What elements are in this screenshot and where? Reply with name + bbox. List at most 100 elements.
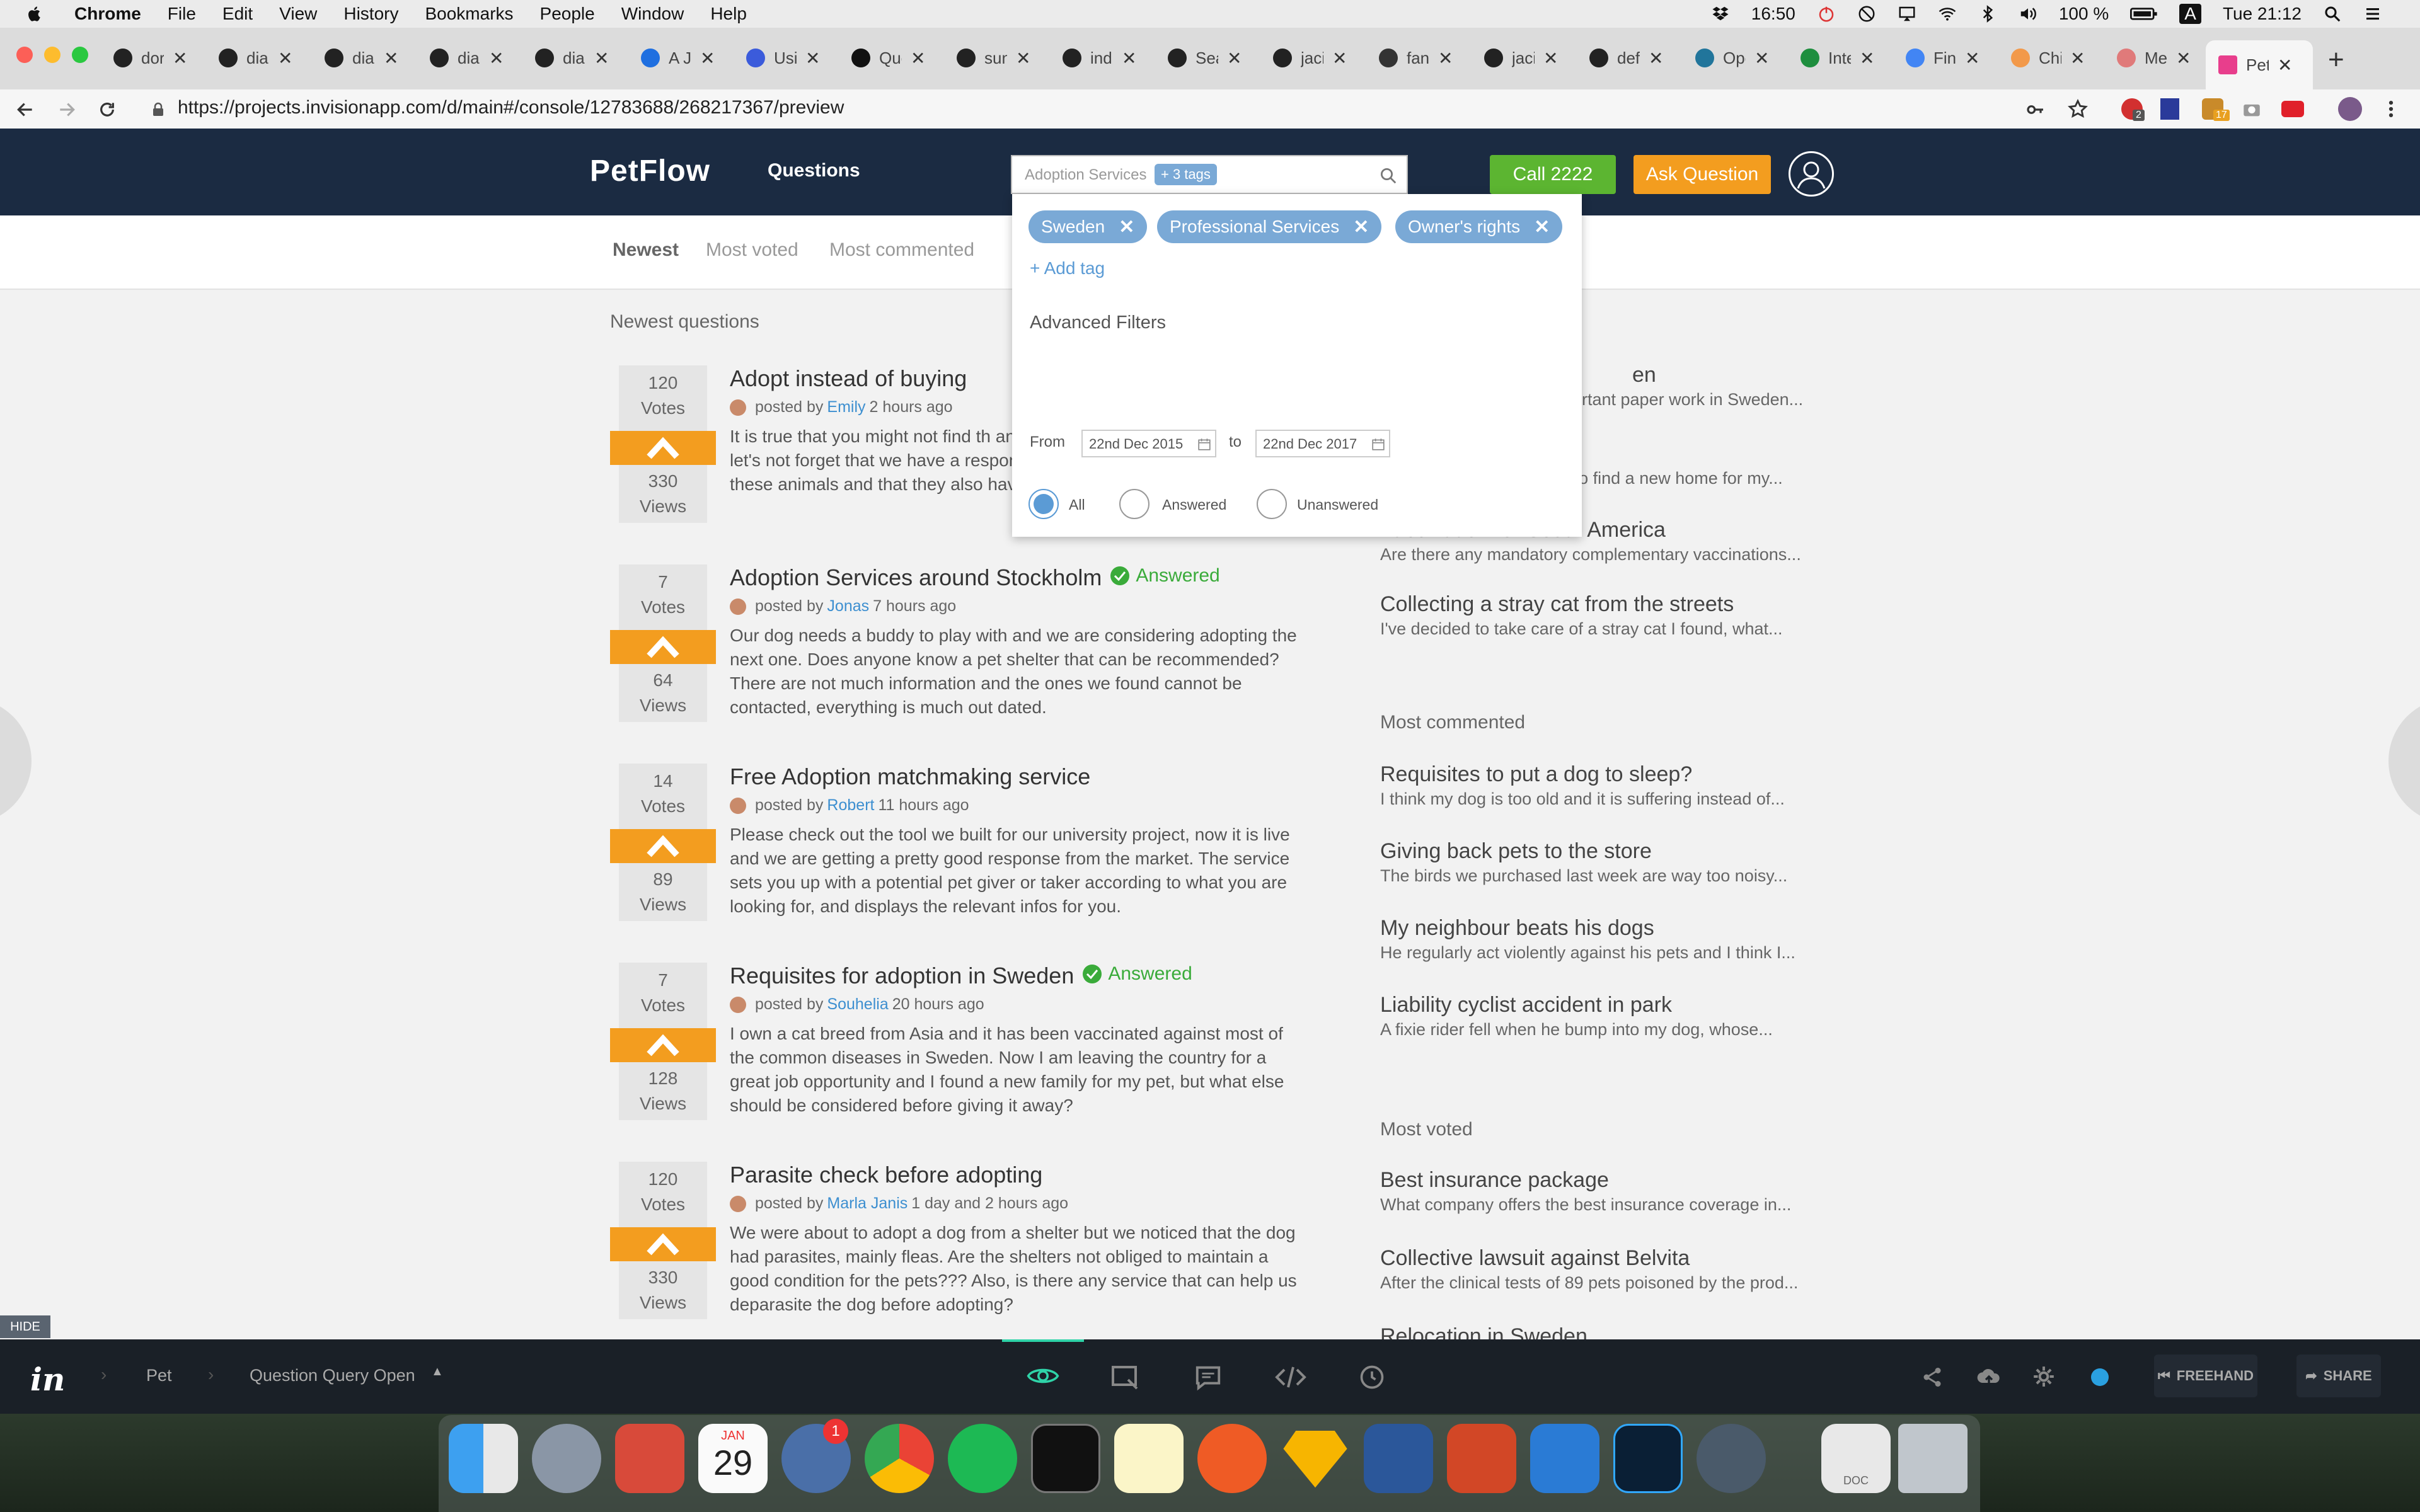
tab-close-icon[interactable]: ✕	[1860, 48, 1874, 69]
remove-tag-icon[interactable]: ✕	[1353, 216, 1369, 238]
clock-secondary[interactable]: 16:50	[1751, 4, 1795, 24]
sort-newest[interactable]: Newest	[613, 239, 679, 261]
menu-window[interactable]: Window	[621, 4, 684, 24]
vscode-icon[interactable]	[1530, 1424, 1599, 1493]
tab-close-icon[interactable]: ✕	[1754, 48, 1769, 69]
terminal-icon[interactable]	[1031, 1424, 1100, 1493]
add-tag-link[interactable]: + Add tag	[1030, 258, 1105, 278]
menu-file[interactable]: File	[168, 4, 196, 24]
sidebar-item[interactable]: My neighbour beats his dogs He regularly …	[1380, 916, 1859, 963]
preview-eye-icon[interactable]	[1026, 1363, 1060, 1389]
tab-item[interactable]: Que ✕	[851, 43, 925, 73]
upvote-button[interactable]	[610, 1028, 716, 1062]
tab-active[interactable]: Pet ✕	[2206, 40, 2313, 89]
tab-close-icon[interactable]: ✕	[594, 48, 609, 69]
sort-most-voted[interactable]: Most voted	[706, 239, 798, 261]
tab-close-icon[interactable]: ✕	[1227, 48, 1242, 69]
from-date-input[interactable]: 22nd Dec 2015	[1081, 430, 1216, 457]
lock-icon[interactable]	[151, 102, 165, 117]
tab-close-icon[interactable]: ✕	[489, 48, 504, 69]
trash-icon[interactable]	[1898, 1424, 1968, 1493]
menu-app-name[interactable]: Chrome	[74, 4, 141, 24]
tab-item[interactable]: indi ✕	[1063, 43, 1136, 73]
forward-icon[interactable]	[57, 100, 77, 120]
tab-item[interactable]: Usi ✕	[746, 43, 820, 73]
profile-icon[interactable]	[2338, 97, 2362, 121]
tab-close-icon[interactable]: ✕	[1332, 48, 1347, 69]
do-not-disturb-icon[interactable]	[1857, 4, 1876, 23]
calendar-app-icon[interactable]: JAN 29	[698, 1424, 768, 1493]
tab-close-icon[interactable]: ✕	[1016, 48, 1030, 69]
tab-item[interactable]: dial ✕	[219, 43, 292, 73]
window-minimize-button[interactable]	[44, 47, 60, 63]
radio-unanswered[interactable]	[1257, 489, 1287, 519]
airplay-icon[interactable]	[1898, 4, 1916, 23]
notes-icon[interactable]	[1114, 1424, 1184, 1493]
sidebar-item[interactable]: Collecting a stray cat from the streets I…	[1380, 592, 1859, 639]
word-icon[interactable]	[1364, 1424, 1433, 1493]
tab-close-icon[interactable]: ✕	[1543, 48, 1558, 69]
question-title[interactable]: Free Adoption matchmaking service	[730, 764, 1090, 790]
spotlight-icon[interactable]	[2323, 4, 2342, 23]
back-icon[interactable]	[15, 100, 35, 120]
remove-tag-icon[interactable]: ✕	[1534, 216, 1550, 238]
upvote-button[interactable]	[610, 431, 716, 465]
tab-close-icon[interactable]: ✕	[1438, 48, 1453, 69]
tab-item[interactable]: Sea ✕	[1168, 43, 1242, 73]
menu-people[interactable]: People	[540, 4, 595, 24]
window-close-button[interactable]	[16, 47, 33, 63]
photoshop-icon[interactable]	[1613, 1424, 1683, 1493]
tab-close-icon[interactable]: ✕	[2070, 48, 2085, 69]
call-button[interactable]: Call 2222	[1490, 155, 1616, 194]
tab-close-icon[interactable]: ✕	[700, 48, 715, 69]
settings-gear-icon[interactable]	[2032, 1365, 2056, 1389]
author-link[interactable]: Souhelia	[827, 995, 888, 1014]
tag-chip-owners-rights[interactable]: Owner's rights ✕	[1395, 210, 1563, 243]
hide-toolbar-button[interactable]: HIDE	[0, 1315, 50, 1338]
radio-answered[interactable]	[1119, 489, 1150, 519]
volume-icon[interactable]	[2019, 4, 2037, 23]
tab-item[interactable]: def ✕	[1589, 43, 1663, 73]
tab-close-icon[interactable]: ✕	[2278, 55, 2292, 76]
tab-close-icon[interactable]: ✕	[1122, 48, 1136, 69]
chrome-icon[interactable]	[865, 1424, 934, 1493]
menu-bookmarks[interactable]: Bookmarks	[425, 4, 513, 24]
sidebar-item[interactable]: Giving back pets to the store The birds w…	[1380, 839, 1859, 886]
status-dot[interactable]	[2091, 1368, 2109, 1386]
sidebar-item[interactable]: Liability cyclist accident in park A fixi…	[1380, 993, 1859, 1040]
menu-help[interactable]: Help	[710, 4, 747, 24]
wifi-icon[interactable]	[1938, 4, 1957, 23]
tab-close-icon[interactable]: ✕	[1649, 48, 1663, 69]
extension-icon[interactable]	[2160, 98, 2179, 120]
bluetooth-icon[interactable]	[1978, 4, 1997, 23]
tab-item[interactable]: Me ✕	[2117, 43, 2191, 73]
chevron-up-icon[interactable]: ▲	[431, 1365, 444, 1379]
tab-item[interactable]: jaci ✕	[1484, 43, 1558, 73]
tab-item[interactable]: Ope ✕	[1695, 43, 1769, 73]
camera-icon[interactable]	[2241, 98, 2262, 120]
tab-close-icon[interactable]: ✕	[1965, 48, 1979, 69]
battery-percent[interactable]: 100 %	[2059, 4, 2109, 24]
reload-icon[interactable]	[97, 100, 117, 120]
author-link[interactable]: Robert	[827, 796, 874, 815]
upvote-button[interactable]	[610, 1227, 716, 1261]
tab-item[interactable]: A Ju ✕	[641, 43, 715, 73]
share-button[interactable]: ➦ SHARE	[2296, 1354, 2381, 1397]
key-icon[interactable]	[2025, 100, 2046, 120]
sidebar-item[interactable]: Relocation in Sweden	[1380, 1324, 1859, 1341]
sidebar-item[interactable]: Requisites to put a dog to sleep? I think…	[1380, 762, 1859, 809]
bookmarks-app-icon[interactable]	[615, 1424, 684, 1493]
quicktime-icon[interactable]	[1697, 1424, 1766, 1493]
menu-view[interactable]: View	[279, 4, 317, 24]
ask-question-button[interactable]: Ask Question	[1634, 155, 1771, 194]
remove-tag-icon[interactable]: ✕	[1119, 216, 1134, 238]
url-field[interactable]: https://projects.invisionapp.com/d/main#…	[178, 97, 844, 118]
share-nodes-icon[interactable]	[1921, 1366, 1944, 1389]
notification-center-icon[interactable]	[2363, 4, 2382, 23]
build-mode-icon[interactable]	[1110, 1363, 1141, 1391]
next-screen-arrow[interactable]	[2388, 698, 2420, 824]
question-title[interactable]: Adopt instead of buying	[730, 365, 967, 392]
question-title[interactable]: Parasite check before adopting	[730, 1162, 1042, 1188]
freehand-button[interactable]: ⏮ FREEHAND	[2154, 1354, 2257, 1397]
author-link[interactable]: Marla Janis	[827, 1194, 908, 1213]
